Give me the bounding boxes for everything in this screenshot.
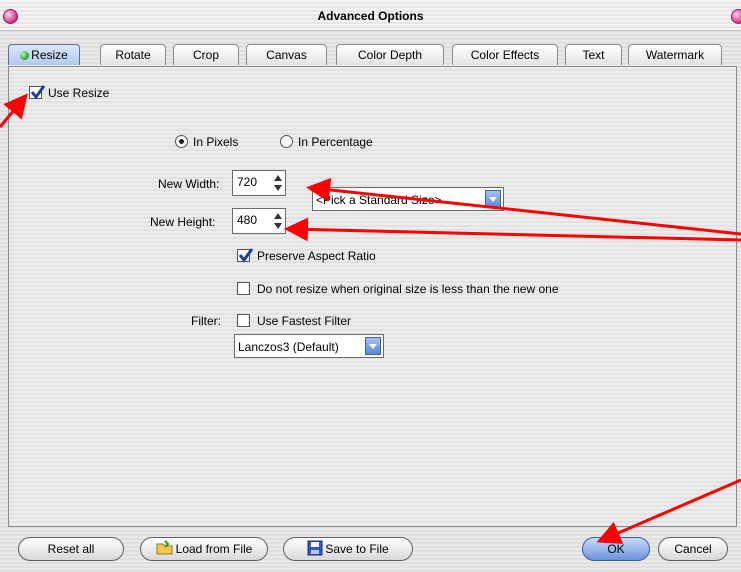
load-from-file-button[interactable]: Load from File: [140, 537, 268, 561]
ok-button[interactable]: OK: [582, 537, 650, 561]
no-upscale-checkbox[interactable]: [237, 282, 250, 295]
tab-crop[interactable]: Crop: [173, 44, 239, 65]
new-width-value: 720: [237, 175, 258, 189]
tab-text[interactable]: Text: [565, 44, 622, 65]
tab-rotate[interactable]: Rotate: [100, 44, 166, 65]
filter-select-value: Lanczos3 (Default): [238, 340, 339, 354]
cancel-button[interactable]: Cancel: [658, 537, 728, 561]
standard-size-value: <Pick a Standard Size>: [316, 193, 442, 207]
standard-size-select[interactable]: <Pick a Standard Size>: [312, 187, 504, 211]
tab-color-depth[interactable]: Color Depth: [336, 44, 444, 65]
in-percentage-label: In Percentage: [298, 135, 373, 149]
chevron-down-icon[interactable]: [485, 190, 501, 208]
new-width-input[interactable]: 720: [232, 170, 286, 196]
in-pixels-radio[interactable]: [175, 135, 188, 148]
in-percentage-radio[interactable]: [280, 135, 293, 148]
use-resize-label: Use Resize: [48, 86, 110, 100]
filter-label: Filter:: [191, 314, 221, 328]
new-height-input[interactable]: 480: [232, 208, 286, 234]
new-width-label: New Width:: [158, 177, 220, 191]
new-height-label: New Height:: [150, 215, 216, 229]
folder-icon: [156, 540, 174, 563]
tab-color-effects[interactable]: Color Effects: [452, 44, 558, 65]
advanced-options-window: Advanced Options Resize Rotate Crop Canv…: [0, 0, 741, 572]
save-to-file-button[interactable]: Save to File: [283, 537, 413, 561]
chevron-down-icon[interactable]: [365, 337, 381, 355]
use-resize-checkbox[interactable]: [29, 85, 46, 100]
active-indicator-icon: [20, 51, 30, 60]
new-height-value: 480: [237, 213, 258, 227]
width-spinner-icon[interactable]: [273, 173, 283, 193]
tab-canvas[interactable]: Canvas: [246, 44, 327, 65]
fastest-filter-label: Use Fastest Filter: [257, 314, 352, 328]
checkmark-icon: [238, 248, 254, 263]
filter-select[interactable]: Lanczos3 (Default): [234, 334, 384, 358]
save-disk-icon: [307, 540, 323, 563]
no-upscale-label: Do not resize when original size is less…: [257, 282, 559, 296]
close-icon[interactable]: [731, 9, 741, 24]
checkmark-icon: [30, 85, 46, 100]
height-spinner-icon[interactable]: [273, 211, 283, 231]
tab-resize[interactable]: Resize: [8, 44, 80, 65]
preserve-aspect-label: Preserve Aspect Ratio: [257, 249, 376, 263]
title-bar[interactable]: Advanced Options: [0, 0, 741, 31]
reset-all-button[interactable]: Reset all: [18, 537, 124, 561]
tab-watermark[interactable]: Watermark: [628, 44, 722, 65]
preserve-aspect-checkbox[interactable]: [237, 248, 254, 263]
fastest-filter-checkbox[interactable]: [237, 314, 250, 327]
in-pixels-label: In Pixels: [193, 135, 239, 149]
window-title: Advanced Options: [317, 9, 424, 23]
